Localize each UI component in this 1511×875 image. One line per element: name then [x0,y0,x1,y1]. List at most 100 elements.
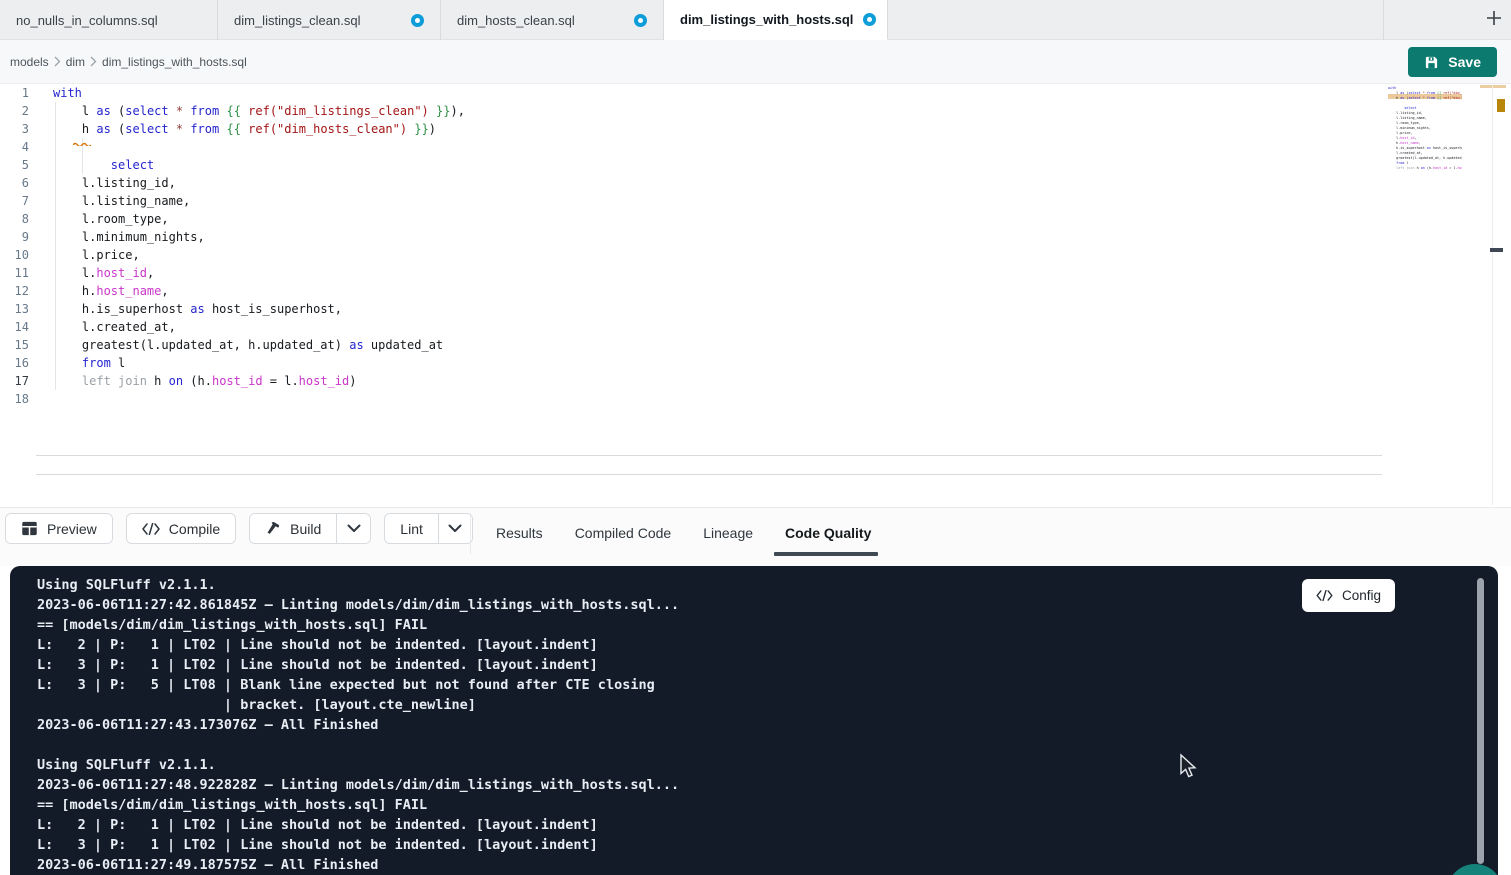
error-squiggle [73,133,91,151]
minimap-line: left join h on (h.host_id = l.host_id) [1388,166,1462,171]
breadcrumb-segment[interactable]: models [10,55,49,69]
dbt-ide-window: no_nulls_in_columns.sql dim_listings_clea… [0,0,1511,875]
editor-tab-no_nulls_in_columns[interactable]: no_nulls_in_columns.sql [0,0,218,40]
terminal-line [37,735,1458,755]
code-line-1[interactable]: with [0,84,1380,102]
toolbar-divider [470,513,471,554]
preview-label: Preview [47,521,97,537]
breadcrumb-segment[interactable]: dim_listings_with_hosts.sql [102,55,247,69]
code-line-12[interactable]: h.host_name, [0,282,1380,300]
lint-button-group: Lint [384,513,473,544]
unsaved-changes-dot-icon [411,14,424,27]
overview-ruler [1492,84,1493,505]
unsaved-changes-dot-icon [634,14,647,27]
tab-label: no_nulls_in_columns.sql [16,13,158,28]
code-line-5[interactable]: select [0,156,1380,174]
lint-button[interactable]: Lint [385,514,438,543]
current-line-highlight [36,455,1382,475]
code-line-4[interactable] [0,138,1380,156]
terminal-line: 2023-06-06T11:27:48.922828Z — Linting mo… [37,775,1458,795]
tab-lineage[interactable]: Lineage [703,521,753,556]
code-line-13[interactable]: h.is_superhost as host_is_superhost, [0,300,1380,318]
cursor-position-marker [1490,248,1503,252]
floppy-icon [1424,55,1439,70]
code-line-18[interactable] [0,390,1380,408]
build-button-group: Build [249,513,371,544]
code-editor[interactable]: 123456789101112131415161718 with l as (s… [0,84,1511,507]
minimap-line: h as (select * from {{ ref("dim_hosts_cl… [1388,96,1462,101]
terminal-line: L: 2 | P: 1 | LT02 | Line should not be … [37,635,1458,655]
lint-warning-marker [1497,99,1505,112]
chevron-down-icon [347,524,361,533]
save-button[interactable]: Save [1408,47,1497,77]
chevron-right-icon [89,55,98,70]
code-line-3[interactable]: h as (select * from {{ ref("dim_hosts_cl… [0,120,1380,138]
lint-output-terminal[interactable]: Using SQLFluff v2.1.1.2023-06-06T11:27:4… [10,566,1498,875]
tab-label: dim_listings_with_hosts.sql [680,12,853,27]
code-line-7[interactable]: l.listing_name, [0,192,1380,210]
terminal-line: L: 3 | P: 5 | LT08 | Blank line expected… [37,675,1458,695]
lint-label: Lint [400,521,423,537]
terminal-scrollbar[interactable] [1477,578,1484,864]
table-icon [21,520,38,537]
code-line-11[interactable]: l.host_id, [0,264,1380,282]
build-label: Build [290,521,321,537]
hammer-icon [265,521,281,537]
code-icon [1316,590,1333,601]
new-tab-button[interactable] [1480,6,1508,34]
terminal-line: Using SQLFluff v2.1.1. [37,755,1458,775]
editor-tab-dim_hosts_clean[interactable]: dim_hosts_clean.sql [441,0,664,40]
tab-strip: no_nulls_in_columns.sql dim_listings_clea… [0,0,888,39]
compile-button[interactable]: Compile [127,514,235,543]
terminal-line: | bracket. [layout.cte_newline] [37,695,1458,715]
lint-dropdown-button[interactable] [438,514,472,543]
breadcrumb-bar: models dim dim_listings_with_hosts.sql Sav… [0,40,1511,84]
config-label: Config [1342,588,1381,603]
minimap[interactable]: with l as (select * from {{ ref("dim_lis… [1388,86,1462,206]
result-panel-tabs: Results Compiled Code Lineage Code Quality [496,521,871,556]
config-button[interactable]: Config [1302,579,1395,612]
compile-label: Compile [169,521,220,537]
terminal-line: L: 3 | P: 1 | LT02 | Line should not be … [37,835,1458,855]
plus-icon [1484,8,1504,33]
breadcrumb: models dim dim_listings_with_hosts.sql [10,40,247,84]
tab-code-quality[interactable]: Code Quality [785,521,871,556]
preview-button-group: Preview [5,513,113,544]
code-line-14[interactable]: l.created_at, [0,318,1380,336]
code-line-17[interactable]: left join h on (h.host_id = l.host_id) [0,372,1380,390]
tab-label: dim_listings_clean.sql [234,13,360,28]
terminal-output: Using SQLFluff v2.1.1.2023-06-06T11:27:4… [37,575,1458,875]
terminal-line: Using SQLFluff v2.1.1. [37,575,1458,595]
tab-results[interactable]: Results [496,521,543,556]
minimap-error-highlight-edge [1480,85,1506,88]
chevron-down-icon [448,524,462,533]
code-line-10[interactable]: l.price, [0,246,1380,264]
code-line-2[interactable]: l as (select * from {{ ref("dim_listings… [0,102,1380,120]
action-toolbar: Preview Compile Build Lint Results Compiled … [0,507,1511,566]
tabbar-divider [1383,0,1384,40]
build-button[interactable]: Build [250,514,336,543]
chevron-right-icon [53,55,62,70]
compile-button-group: Compile [126,513,236,544]
terminal-line: L: 2 | P: 1 | LT02 | Line should not be … [37,815,1458,835]
code-line-16[interactable]: from l [0,354,1380,372]
action-buttons: Preview Compile Build Lint [5,513,473,544]
code-line-15[interactable]: greatest(l.updated_at, h.updated_at) as … [0,336,1380,354]
save-label: Save [1448,54,1481,70]
breadcrumb-segment[interactable]: dim [66,55,85,69]
editor-tab-dim_listings_with_hosts[interactable]: dim_listings_with_hosts.sql [664,0,888,40]
terminal-line: 2023-06-06T11:27:43.173076Z — All Finish… [37,715,1458,735]
preview-button[interactable]: Preview [6,514,112,543]
build-dropdown-button[interactable] [336,514,370,543]
tab-compiled-code[interactable]: Compiled Code [575,521,672,556]
terminal-line: L: 3 | P: 1 | LT02 | Line should not be … [37,655,1458,675]
editor-tab-bar: no_nulls_in_columns.sql dim_listings_clea… [0,0,1511,40]
editor-tab-dim_listings_clean[interactable]: dim_listings_clean.sql [218,0,441,40]
terminal-line: 2023-06-06T11:27:42.861845Z — Linting mo… [37,595,1458,615]
code-line-6[interactable]: l.listing_id, [0,174,1380,192]
terminal-line: == [models/dim/dim_listings_with_hosts.s… [37,615,1458,635]
code-line-9[interactable]: l.minimum_nights, [0,228,1380,246]
code-icon [142,523,160,535]
unsaved-changes-dot-icon [863,13,876,26]
code-line-8[interactable]: l.room_type, [0,210,1380,228]
